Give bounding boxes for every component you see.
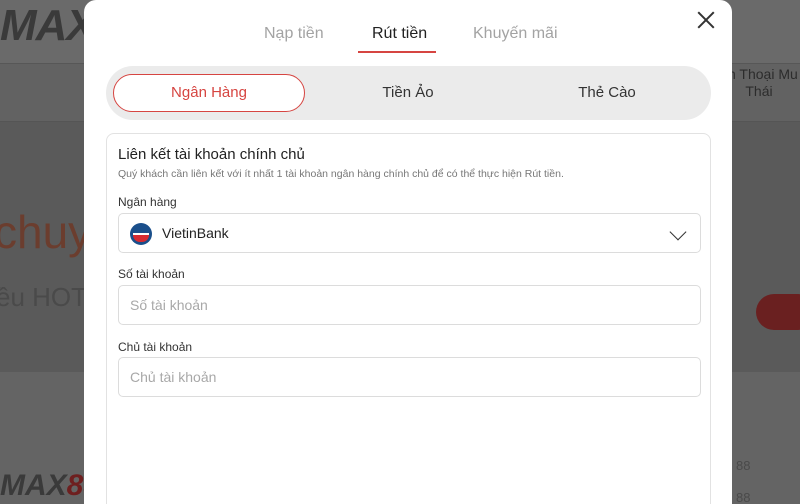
active-tab-underline bbox=[358, 51, 436, 53]
method-card[interactable]: Thẻ Cào bbox=[511, 74, 703, 112]
method-crypto[interactable]: Tiền Ảo bbox=[312, 74, 504, 112]
background-hero-heading: chuy bbox=[0, 206, 92, 258]
withdraw-method-selector: Ngân Hàng Tiền Ảo Thẻ Cào bbox=[106, 66, 711, 120]
bank-label: Ngân hàng bbox=[118, 195, 177, 209]
vietinbank-logo-icon bbox=[130, 223, 152, 245]
bank-select[interactable]: VietinBank bbox=[118, 213, 701, 253]
link-account-card: Liên kết tài khoản chính chủ Quý khách c… bbox=[106, 133, 711, 504]
chevron-down-icon bbox=[669, 223, 687, 241]
modal-tabs: Nạp tiền Rút tiền Khuyến mãi bbox=[84, 22, 732, 54]
tab-withdraw[interactable]: Rút tiền bbox=[372, 22, 427, 46]
background-hero-subheading: ều HOT bbox=[0, 282, 88, 312]
background-footer-text: 88 bbox=[736, 458, 751, 473]
card-description: Quý khách cần liên kết với ít nhất 1 tài… bbox=[118, 168, 564, 180]
background-footer-text: 88 bbox=[736, 490, 751, 504]
tab-promotions[interactable]: Khuyến mãi bbox=[473, 22, 558, 46]
method-bank[interactable]: Ngân Hàng bbox=[113, 74, 305, 112]
account-holder-label: Chủ tài khoản bbox=[118, 340, 193, 354]
bank-select-value: VietinBank bbox=[162, 225, 229, 241]
account-holder-input[interactable] bbox=[118, 357, 701, 397]
card-title: Liên kết tài khoản chính chủ bbox=[118, 146, 305, 163]
account-number-input[interactable] bbox=[118, 285, 701, 325]
account-number-label: Số tài khoản bbox=[118, 267, 185, 281]
withdraw-modal: Nạp tiền Rút tiền Khuyến mãi Ngân Hàng T… bbox=[84, 0, 732, 504]
tab-deposit[interactable]: Nạp tiền bbox=[264, 22, 324, 46]
background-hero-button bbox=[756, 294, 800, 330]
